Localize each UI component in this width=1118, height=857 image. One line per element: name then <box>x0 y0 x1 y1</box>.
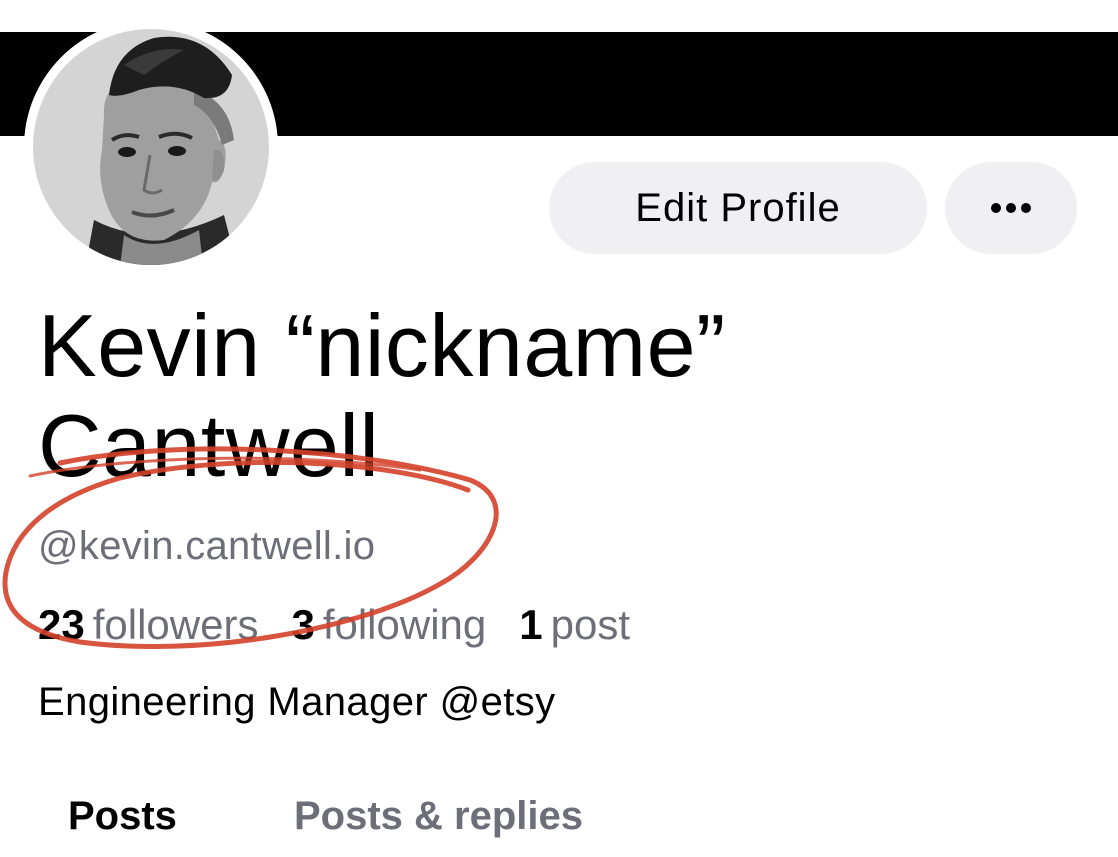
followers-stat[interactable]: 23 followers <box>38 600 258 650</box>
avatar-photo-icon <box>24 20 278 274</box>
tab-posts[interactable]: Posts <box>68 792 177 840</box>
posts-stat: 1 post <box>519 600 630 650</box>
edit-profile-button[interactable]: Edit Profile <box>549 162 927 254</box>
profile-handle: @kevin.cantwell.io <box>38 524 376 568</box>
profile-stats: 23 followers 3 following 1 post <box>38 600 630 650</box>
posts-label: post <box>550 601 630 648</box>
posts-count: 1 <box>519 601 543 648</box>
following-label: following <box>322 601 487 648</box>
display-name: Kevin “nickname” Cantwell <box>38 296 726 495</box>
following-stat[interactable]: 3 following <box>291 600 486 650</box>
followers-label: followers <box>92 601 259 648</box>
avatar[interactable] <box>24 20 278 274</box>
followers-count: 23 <box>38 601 85 648</box>
more-options-button[interactable] <box>945 162 1077 254</box>
profile-bio: Engineering Manager @etsy <box>38 680 556 724</box>
tab-posts-and-replies[interactable]: Posts & replies <box>294 792 583 840</box>
ellipsis-icon <box>991 203 1031 213</box>
edit-profile-label: Edit Profile <box>635 185 841 230</box>
following-count: 3 <box>291 601 315 648</box>
